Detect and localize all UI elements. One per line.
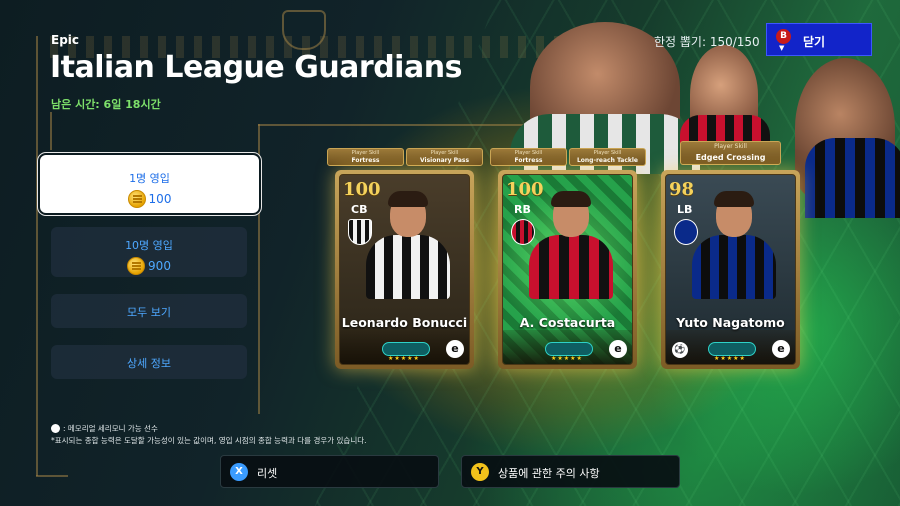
efootball-logo-icon: e: [609, 340, 627, 358]
reset-button-label: 리셋: [257, 467, 278, 480]
player-photo: [682, 187, 782, 299]
overall-rating: 98: [669, 179, 695, 200]
card-footer: ★★★★★ e: [503, 330, 632, 364]
efootball-logo-icon: e: [772, 340, 790, 358]
menu-item-label: 모두 보기: [127, 306, 171, 319]
player-skill-tag: Player Skill Visionary Pass: [406, 148, 483, 166]
y-button-icon: Y: [471, 463, 489, 481]
card-face: 98 LB Yuto Nagatomo ⚽ ★★★★★ e: [665, 174, 796, 365]
player-skill-tag: Player Skill Fortress: [490, 148, 567, 166]
menu-item-label: 1명 영입: [129, 172, 170, 185]
overall-rating: 100: [343, 179, 381, 200]
memorial-ceremony-icon: [51, 424, 60, 433]
coin-icon: [127, 190, 146, 208]
decorative-line: [36, 475, 68, 477]
decorative-crest: [282, 10, 326, 50]
page-title: Italian League Guardians: [50, 50, 462, 85]
decorative-line: [36, 36, 38, 476]
price-value: 100: [148, 192, 172, 206]
menu-item-label: 10명 영입: [125, 239, 173, 252]
featured-player-art: [795, 58, 900, 218]
time-remaining: 남은 시간: 6일 18시간: [51, 98, 161, 111]
player-position: CB: [351, 203, 368, 216]
club-crest-icon: [674, 219, 698, 245]
details-button[interactable]: 상세 정보: [51, 345, 247, 379]
coin-icon: [127, 257, 146, 275]
decorative-line: [50, 112, 52, 150]
menu-item-label: 상세 정보: [127, 357, 171, 370]
draw-limit-counter: 한정 뽑기: 150/150: [654, 35, 760, 49]
price: 900: [51, 257, 247, 275]
jersey-art: [805, 138, 900, 218]
sign-1-player-button[interactable]: 1명 영입 100: [40, 155, 259, 213]
player-card[interactable]: 100 RB A. Costacurta ★★★★★ e: [498, 170, 637, 369]
player-position: LB: [677, 203, 693, 216]
player-skill-tag: Player Skill Long-reach Tackle: [569, 148, 646, 166]
star-rating: ★★★★★: [551, 355, 583, 362]
close-button-label: 닫기: [803, 35, 826, 49]
player-card[interactable]: 100 CB Leonardo Bonucci ★★★★★ e: [335, 170, 474, 369]
player-photo: [519, 187, 619, 299]
product-notice-button[interactable]: Y 상품에 관한 주의 사항: [461, 455, 680, 488]
view-all-button[interactable]: 모두 보기: [51, 294, 247, 328]
player-photo: [356, 187, 456, 299]
rarity-label: Epic: [51, 33, 80, 47]
player-position: RB: [514, 203, 531, 216]
star-rating: ★★★★★: [388, 355, 420, 362]
close-button[interactable]: B ▼ 닫기: [766, 23, 872, 56]
playstyle-badge-icon: [382, 342, 430, 356]
player-name: A. Costacurta: [519, 315, 616, 330]
player-name: Leonardo Bonucci: [341, 315, 468, 330]
club-crest-icon: [348, 219, 372, 245]
disclaimer-note: *표시되는 종합 능력은 도달할 가능성이 있는 값이며, 영입 시점의 종합 …: [51, 436, 367, 445]
price-value: 900: [148, 259, 171, 273]
club-crest-icon: [511, 219, 535, 245]
x-button-icon: X: [230, 463, 248, 481]
featured-player-art: [680, 45, 770, 155]
overall-rating: 100: [506, 179, 544, 200]
b-button-icon: B: [776, 29, 791, 44]
product-notice-button-label: 상품에 관한 주의 사항: [498, 467, 600, 480]
player-skill-tag: Player Skill Edged Crossing: [680, 141, 781, 165]
price: 100: [42, 190, 257, 208]
star-rating: ★★★★★: [714, 355, 746, 362]
player-name: Yuto Nagatomo: [676, 315, 785, 330]
card-face: 100 CB Leonardo Bonucci ★★★★★ e: [339, 174, 470, 365]
playstyle-badge-icon: [545, 342, 593, 356]
memorial-note-text: : 메모리얼 세리모니 가능 선수: [63, 424, 158, 433]
player-card[interactable]: 98 LB Yuto Nagatomo ⚽ ★★★★★ e: [661, 170, 800, 369]
card-footer: ⚽ ★★★★★ e: [666, 330, 795, 364]
memorial-note: : 메모리얼 세리모니 가능 선수: [51, 423, 158, 434]
sign-10-players-button[interactable]: 10명 영입 900: [51, 227, 247, 277]
chevron-down-icon: ▼: [779, 44, 785, 52]
card-footer: ★★★★★ e: [340, 330, 469, 364]
reset-button[interactable]: X 리셋: [220, 455, 439, 488]
player-skill-tag: Player Skill Fortress: [327, 148, 404, 166]
playstyle-badge-icon: [708, 342, 756, 356]
card-face: 100 RB A. Costacurta ★★★★★ e: [502, 174, 633, 365]
efootball-logo-icon: e: [446, 340, 464, 358]
memorial-ceremony-icon: ⚽: [672, 342, 688, 358]
